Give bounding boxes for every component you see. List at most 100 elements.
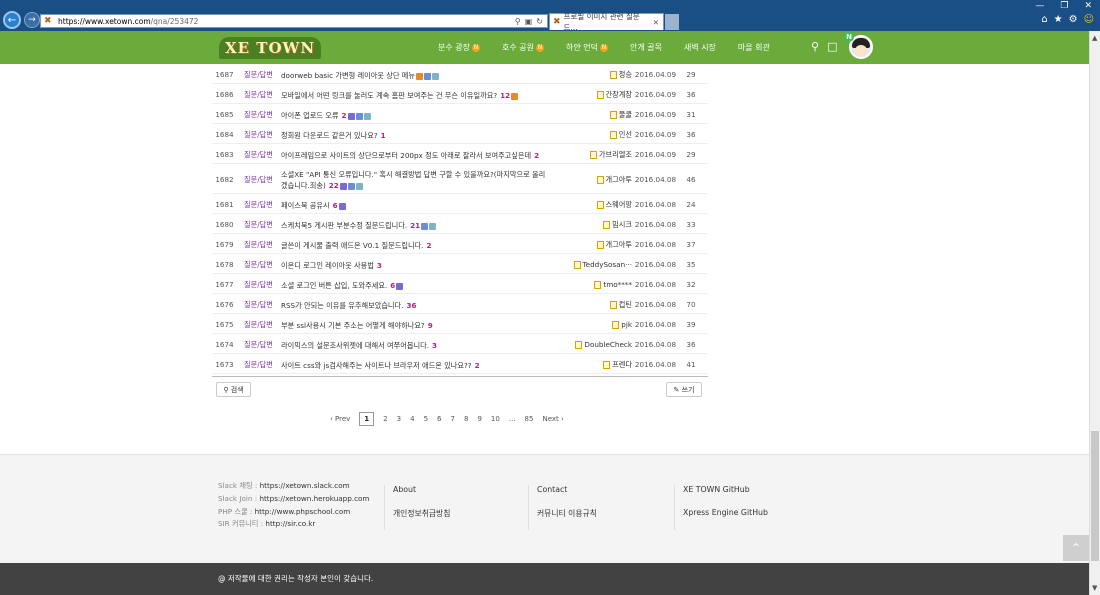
post-author[interactable]: 인선 [619,130,632,139]
post-category[interactable]: 질문/답변 [244,280,273,290]
table-row[interactable]: 1674 질문/답변 라이믹스의 설문조사위젯에 대해서 여쭈어봅니다. 3 Doubl… [212,334,708,354]
privacy-link[interactable]: 개인정보취급방침 [393,508,450,519]
page-scrollbar[interactable]: ▲ ▼ [1089,31,1100,595]
table-row[interactable]: 1678 질문/답변 이온디 로그인 레이아웃 사용법 3 TeddySosan··· 2… [212,254,708,274]
restore-icon[interactable]: ❐ [1060,1,1068,11]
xetown-github-link[interactable]: XE TOWN GitHub [683,485,768,494]
smiley-feedback-icon[interactable]: ☺ [1084,14,1094,25]
post-title[interactable]: 아이프레임으로 사이트의 상단으로부터 200px 정도 아래로 잘라서 보여주… [281,151,531,160]
address-bar[interactable]: ✖ https://www.xetown.com/qna/253472 ⚲ ▣ … [40,14,548,28]
table-row[interactable]: 1680 질문/답변 스케치북5 게시판 부분수정 질문드립니다. 21 밈시크 2016… [212,214,708,234]
window-icon[interactable]: □ [827,40,837,53]
post-author[interactable]: 개그아투 [606,240,632,249]
post-author[interactable]: TeddySosan··· [583,260,633,269]
post-category[interactable]: 질문/답변 [244,340,273,350]
write-button[interactable]: ✎ 쓰기 [666,382,702,397]
contact-link[interactable]: Contact [537,485,597,494]
community-rules-link[interactable]: 커뮤니티 이용규칙 [537,508,597,519]
post-author[interactable]: DoubleCheck [584,340,632,349]
nav-item[interactable]: 호수 공원 N [502,42,544,53]
table-row[interactable]: 1687 질문/답변 doorweb basic 가변형 레이아웃 상단 메뉴 정승 2… [212,64,708,84]
post-title[interactable]: 모바일에서 어떤 링크를 눌러도 계속 홈판 보여주는 건 무슨 이유일까요? [281,91,497,100]
page-link[interactable]: 6 [437,415,441,423]
table-row[interactable]: 1677 질문/답변 소셜 로그인 버튼 삽입, 도와주세요. 6 tmo**** 201… [212,274,708,294]
table-row[interactable]: 1676 질문/답변 RSS가 안되는 이유를 유추해보았습니다. 36 컵틴 2016.… [212,294,708,314]
post-author[interactable]: 밈시크 [612,220,632,229]
scrollbar-thumb[interactable] [1091,431,1099,561]
prev-page-link[interactable]: ‹ Prev [330,415,350,423]
site-logo[interactable]: XE TOWN [219,37,322,59]
post-author[interactable]: 물쿨 [619,110,632,119]
nav-item[interactable]: 하얀 언덕 N [566,42,608,53]
search-icon[interactable]: ⚲ [811,40,819,53]
post-title[interactable]: doorweb basic 가변형 레이아웃 상단 메뉴 [281,71,415,80]
table-row[interactable]: 1679 질문/답변 글쓴이 게시물 출력 애드온 V0.1 질문드립니다. 2 개그아… [212,234,708,254]
table-row[interactable]: 1675 질문/답변 부분 ssl사용시 기본 주소는 어떻게 해야하나요? 9 pjk… [212,314,708,334]
table-row[interactable]: 1683 질문/답변 아이프레임으로 사이트의 상단으로부터 200px 정도 아래… [212,144,708,164]
notification-badge[interactable]: N [844,32,854,42]
favorites-star-icon[interactable]: ★ [1054,14,1063,25]
page-link[interactable]: 3 [397,415,401,423]
post-title[interactable]: 글쓴이 게시물 출력 애드온 V0.1 질문드립니다. [281,241,423,250]
post-category[interactable]: 질문/답변 [244,90,273,100]
page-link[interactable]: 2 [383,415,387,423]
lock-icon[interactable]: ▣ [525,17,533,26]
post-category[interactable]: 질문/답변 [244,150,273,160]
nav-item[interactable]: 새벽 시장 [684,42,716,53]
about-link[interactable]: About [393,485,450,494]
refresh-icon[interactable]: ↻ [536,17,543,26]
post-category[interactable]: 질문/답변 [244,70,273,80]
page-link[interactable]: 1 [359,412,375,426]
scroll-top-button[interactable]: ⌃ [1063,535,1089,561]
new-tab-button[interactable] [665,14,679,30]
post-author[interactable]: 정승 [619,70,632,79]
page-link[interactable]: 9 [477,415,481,423]
close-window-icon[interactable]: ✕ [1084,1,1092,11]
post-title[interactable]: RSS가 안되는 이유를 유추해보았습니다. [281,301,403,310]
nav-item[interactable]: 마을 회관 [738,42,770,53]
page-link[interactable]: 10 [491,415,500,423]
post-author[interactable]: 프렌다 [612,360,632,369]
post-author[interactable]: 가브리엘조 [599,150,632,159]
search-button[interactable]: ⚲ 검색 [216,382,251,397]
post-category[interactable]: 질문/답변 [244,360,273,370]
minimize-icon[interactable]: — [1035,1,1044,11]
post-title[interactable]: 부분 ssl사용시 기본 주소는 어떻게 해야하나요? [281,321,425,330]
post-title[interactable]: 사이트 css와 js검사해주는 사이트나 브라우저 애드온 있나요?? [281,361,472,370]
post-category[interactable]: 질문/답변 [244,300,273,310]
table-row[interactable]: 1686 질문/답변 모바일에서 어떤 링크를 눌러도 계속 홈판 보여주는 건 무… [212,84,708,104]
post-title[interactable]: 스케치북5 게시판 부분수정 질문드립니다. [281,221,407,230]
footer-link[interactable]: http://sir.co.kr [265,519,315,528]
post-title[interactable]: 소셜XE "API 통신 오류입니다." 혹시 해결방법 답변 구할 수 있을까… [281,170,545,190]
post-category[interactable]: 질문/답변 [244,240,273,250]
footer-link[interactable]: https://xetown.slack.com [260,481,350,490]
nav-item[interactable]: 분수 광장 N [438,42,480,53]
back-arrow-icon[interactable]: ← [3,11,21,29]
post-category[interactable]: 질문/답변 [244,220,273,230]
post-author[interactable]: 간장계장 [606,90,632,99]
home-icon[interactable]: ⌂ [1041,14,1047,25]
table-row[interactable]: 1673 질문/답변 사이트 css와 js검사해주는 사이트나 브라우저 애드온 … [212,354,708,374]
post-category[interactable]: 질문/답변 [244,130,273,140]
table-row[interactable]: 1682 질문/답변 소셜XE "API 통신 오류입니다." 혹시 해결방법 답변… [212,164,708,194]
post-author[interactable]: 스웨어팡 [606,200,632,209]
search-icon[interactable]: ⚲ [515,17,521,26]
tab-active[interactable]: ✖ 프로필 이미지 관련 질문드... ✕ [549,12,664,32]
footer-link[interactable]: http://www.phpschool.com [255,507,351,516]
next-page-link[interactable]: Next › [542,415,563,423]
post-title[interactable]: 이온디 로그인 레이아웃 사용법 [281,261,374,270]
post-title[interactable]: 아이폰 업로드 오류 [281,111,338,120]
post-author[interactable]: 컵틴 [619,300,632,309]
table-row[interactable]: 1681 질문/답변 페이스북 공유시 6 스웨어팡 2016.04.08 24 [212,194,708,214]
post-title[interactable]: 정회원 다운로드 같은거 있나요? [281,131,378,140]
post-category[interactable]: 질문/답변 [244,200,273,210]
forward-arrow-icon[interactable]: → [24,12,40,28]
post-category[interactable]: 질문/답변 [244,320,273,330]
page-link[interactable]: 85 [525,415,534,423]
page-link[interactable]: 4 [410,415,414,423]
table-row[interactable]: 1685 질문/답변 아이폰 업로드 오류 2 물쿨 2016.04.09 31 [212,104,708,124]
post-category[interactable]: 질문/답변 [244,110,273,120]
table-row[interactable]: 1684 질문/답변 정회원 다운로드 같은거 있나요? 1 인선 2016.04.09 3… [212,124,708,144]
page-link[interactable]: 5 [424,415,428,423]
post-author[interactable]: 개그아투 [606,175,632,184]
